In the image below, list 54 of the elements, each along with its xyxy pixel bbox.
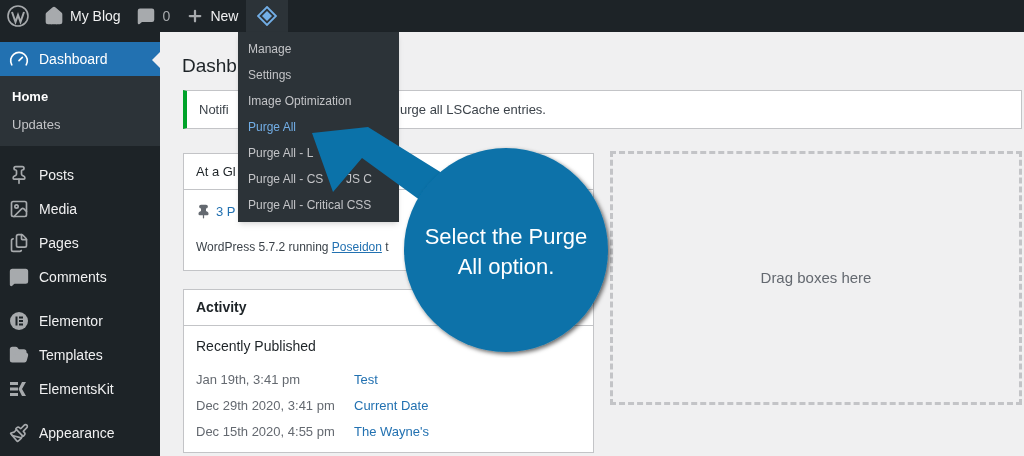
submenu-item[interactable]: Updates bbox=[0, 111, 160, 139]
wordpress-logo-icon[interactable] bbox=[7, 5, 29, 27]
menu-item[interactable]: Purge All - L bbox=[248, 144, 314, 162]
sidebar-item[interactable]: Dashboard bbox=[0, 42, 160, 76]
version-text: WordPress 5.7.2 running Poseidon t bbox=[196, 238, 389, 256]
paintbrush-icon bbox=[9, 423, 29, 443]
card-title: Activity bbox=[196, 297, 247, 317]
section-heading: Recently Published bbox=[196, 336, 316, 356]
submenu-item[interactable]: Home bbox=[0, 83, 160, 111]
media-icon bbox=[9, 199, 29, 219]
sidebar-item[interactable]: Comments bbox=[0, 260, 160, 294]
callout-text: Select the Purge All option. bbox=[423, 223, 589, 281]
sidebar-item[interactable]: Appearance bbox=[0, 416, 160, 450]
sidebar-item[interactable]: Pages bbox=[0, 226, 160, 260]
menu-item[interactable]: Image Optimization bbox=[248, 92, 352, 110]
menu-item-fragment: JS C bbox=[346, 171, 372, 188]
sidebar-item[interactable]: Templates bbox=[0, 338, 160, 372]
pin-icon bbox=[9, 165, 29, 185]
menu-item[interactable]: Settings bbox=[248, 66, 292, 84]
menu-item[interactable]: Manage bbox=[248, 40, 292, 58]
sidebar-item[interactable]: Elementor bbox=[0, 304, 160, 338]
elementor-icon bbox=[9, 311, 29, 331]
comment-icon bbox=[136, 7, 155, 25]
site-link[interactable]: My Blog bbox=[36, 0, 129, 32]
menu-item[interactable]: Purge All - CS bbox=[248, 170, 324, 188]
pin-icon bbox=[196, 204, 211, 220]
post-date: Dec 29th 2020, 3:41 pm bbox=[196, 396, 335, 415]
drop-zone-label: Drag boxes here bbox=[760, 267, 872, 288]
sidebar-item[interactable]: Media bbox=[0, 192, 160, 226]
notice-text: urge all LSCache entries. bbox=[400, 100, 546, 119]
notice-text: Notifi bbox=[198, 100, 229, 119]
diamond-icon bbox=[257, 6, 278, 26]
dashboard-gauge-icon bbox=[9, 49, 29, 69]
sidebar-item[interactable]: ElementsKit bbox=[0, 372, 160, 406]
sidebar-item[interactable]: Posts bbox=[0, 158, 160, 192]
page-title: Dashb bbox=[182, 54, 237, 78]
post-date: Dec 15th 2020, 4:55 pm bbox=[196, 422, 335, 441]
post-link[interactable]: Test bbox=[354, 369, 378, 390]
home-icon bbox=[44, 6, 64, 26]
folder-icon bbox=[9, 345, 29, 365]
menu-item[interactable]: Purge All bbox=[248, 118, 297, 136]
new-link[interactable]: New bbox=[178, 0, 247, 32]
post-link[interactable]: Current Date bbox=[354, 395, 429, 416]
theme-link[interactable]: Poseidon bbox=[331, 239, 382, 254]
card-title: At a Gl bbox=[196, 162, 236, 181]
post-link[interactable]: The Wayne's bbox=[354, 421, 429, 442]
posts-count-link[interactable]: 3 P bbox=[216, 202, 236, 222]
comments-link[interactable]: 0 bbox=[128, 0, 179, 32]
comment-icon bbox=[9, 267, 29, 287]
elementskit-icon bbox=[9, 379, 29, 399]
post-date: Jan 19th, 3:41 pm bbox=[196, 370, 301, 389]
pages-icon bbox=[9, 233, 29, 253]
plugin-menu-toggle[interactable] bbox=[246, 0, 289, 32]
menu-item[interactable]: Purge All - Critical CSS bbox=[248, 196, 372, 214]
